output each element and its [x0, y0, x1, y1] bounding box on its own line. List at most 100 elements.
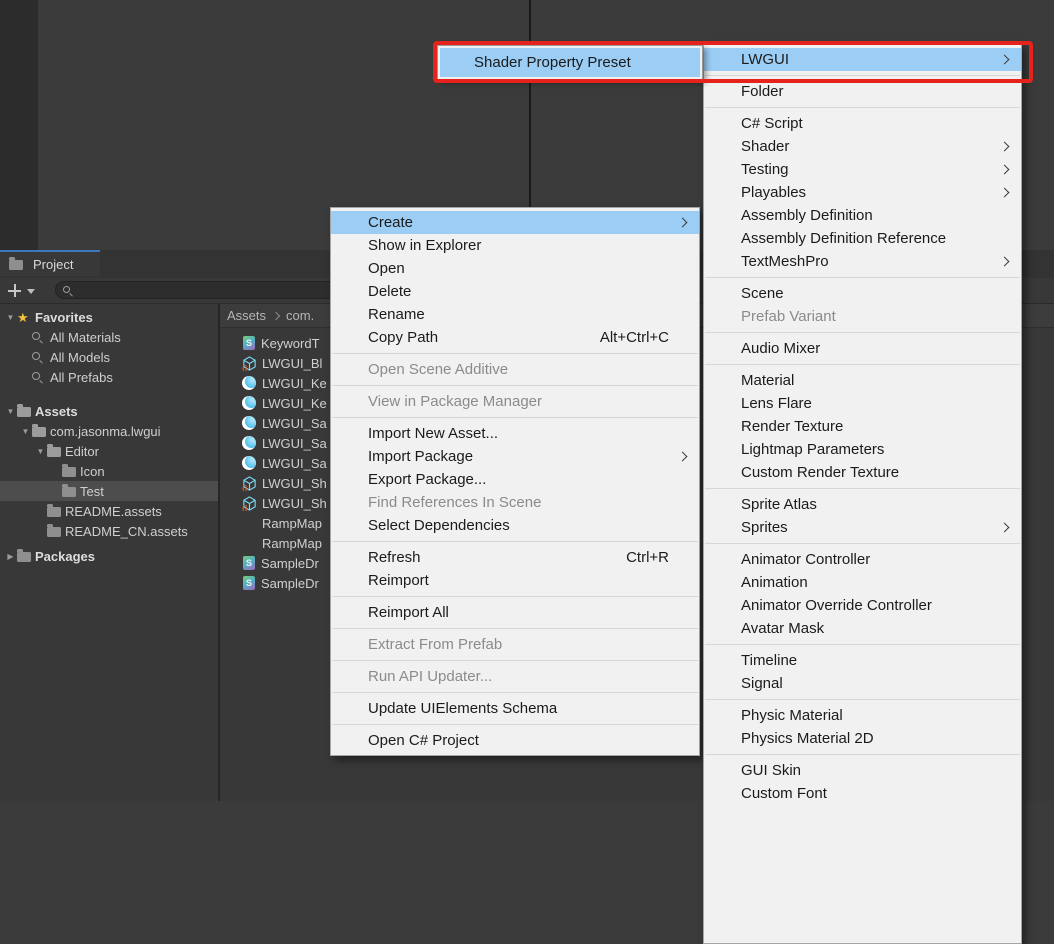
menu-item-label: Material	[741, 372, 794, 389]
menu-item-animation[interactable]: Animation	[704, 571, 1021, 594]
tree-item-label: All Materials	[50, 330, 121, 345]
menu-item-playables[interactable]: Playables	[704, 181, 1021, 204]
menu-item-import-new-asset[interactable]: Import New Asset...	[331, 422, 699, 445]
menu-item-show-in-explorer[interactable]: Show in Explorer	[331, 234, 699, 257]
svg-text:{}: {}	[242, 486, 248, 491]
chevron-down-icon[interactable]	[27, 289, 35, 294]
menu-item-create[interactable]: Create	[331, 211, 699, 234]
menu-item-shader[interactable]: Shader	[704, 135, 1021, 158]
menu-item-lwgui[interactable]: LWGUI	[704, 48, 1021, 71]
submenu-arrow-icon	[1000, 54, 1010, 64]
menu-item-import-package[interactable]: Import Package	[331, 445, 699, 468]
menu-item-signal[interactable]: Signal	[704, 672, 1021, 695]
menu-item-label: Run API Updater...	[368, 668, 492, 685]
search-icon	[32, 371, 50, 383]
menu-item-open-c-project[interactable]: Open C# Project	[331, 729, 699, 752]
menu-item-gui-skin[interactable]: GUI Skin	[704, 759, 1021, 782]
menu-item-label: Refresh	[368, 549, 421, 566]
expander-open-icon[interactable]: ▼	[4, 407, 17, 416]
menu-item-assembly-definition[interactable]: Assembly Definition	[704, 204, 1021, 227]
sidebar-item-all-models[interactable]: All Models	[0, 347, 218, 367]
folder-icon	[47, 445, 65, 457]
breadcrumb-chevron-icon	[272, 312, 280, 320]
breadcrumb-segment[interactable]: com.	[286, 308, 314, 323]
menu-item-animator-override-controller[interactable]: Animator Override Controller	[704, 594, 1021, 617]
menu-item-label: Lightmap Parameters	[741, 441, 884, 458]
add-asset-button[interactable]	[8, 284, 21, 297]
menu-item-sprite-atlas[interactable]: Sprite Atlas	[704, 493, 1021, 516]
menu-item-lens-flare[interactable]: Lens Flare	[704, 392, 1021, 415]
menu-item-label: View in Package Manager	[368, 393, 542, 410]
menu-item-material[interactable]: Material	[704, 369, 1021, 392]
sidebar-item-favorites[interactable]: ▼★Favorites	[0, 307, 218, 327]
sidebar-item-icon[interactable]: Icon	[0, 461, 218, 481]
sidebar-item-readme-cn-assets[interactable]: README_CN.assets	[0, 521, 218, 541]
menu-item-assembly-definition-reference[interactable]: Assembly Definition Reference	[704, 227, 1021, 250]
menu-item-extract-from-prefab: Extract From Prefab	[331, 633, 699, 656]
menu-item-copy-path[interactable]: Copy PathAlt+Ctrl+C	[331, 326, 699, 349]
menu-item-update-uielements-schema[interactable]: Update UIElements Schema	[331, 697, 699, 720]
sidebar-item-com-jasonma-lwgui[interactable]: ▼com.jasonma.lwgui	[0, 421, 218, 441]
sidebar-item-test[interactable]: Test	[0, 481, 218, 501]
file-item-label: LWGUI_Sa	[262, 416, 327, 431]
menu-item-label: Physics Material 2D	[741, 730, 874, 747]
menu-item-c-script[interactable]: C# Script	[704, 112, 1021, 135]
script-icon: S	[243, 576, 255, 590]
menu-item-scene[interactable]: Scene	[704, 282, 1021, 305]
file-item-label: SampleDr	[261, 556, 319, 571]
menu-item-label: Shader Property Preset	[474, 54, 631, 71]
menu-item-render-texture[interactable]: Render Texture	[704, 415, 1021, 438]
sidebar-item-editor[interactable]: ▼Editor	[0, 441, 218, 461]
menu-item-folder[interactable]: Folder	[704, 80, 1021, 103]
menu-item-label: Folder	[741, 83, 784, 100]
menu-item-testing[interactable]: Testing	[704, 158, 1021, 181]
folder-icon	[32, 425, 50, 437]
menu-item-refresh[interactable]: RefreshCtrl+R	[331, 546, 699, 569]
sidebar-item-packages[interactable]: ▶Packages	[0, 546, 218, 566]
menu-item-label: Select Dependencies	[368, 517, 510, 534]
expander-open-icon[interactable]: ▼	[19, 427, 32, 436]
menu-item-reimport[interactable]: Reimport	[331, 569, 699, 592]
sidebar-item-all-prefabs[interactable]: All Prefabs	[0, 367, 218, 387]
menu-item-reimport-all[interactable]: Reimport All	[331, 601, 699, 624]
menu-item-lightmap-parameters[interactable]: Lightmap Parameters	[704, 438, 1021, 461]
menu-item-export-package[interactable]: Export Package...	[331, 468, 699, 491]
submenu-arrow-icon	[678, 217, 688, 227]
menu-item-animator-controller[interactable]: Animator Controller	[704, 548, 1021, 571]
breadcrumb-segment[interactable]: Assets	[227, 308, 266, 323]
menu-item-label: Create	[368, 214, 413, 231]
menu-item-label: Avatar Mask	[741, 620, 824, 637]
material-icon	[242, 376, 256, 390]
menu-item-select-dependencies[interactable]: Select Dependencies	[331, 514, 699, 537]
menu-item-open[interactable]: Open	[331, 257, 699, 280]
menu-item-custom-render-texture[interactable]: Custom Render Texture	[704, 461, 1021, 484]
menu-item-label: Sprite Atlas	[741, 496, 817, 513]
expander-closed-icon[interactable]: ▶	[4, 552, 17, 561]
menu-item-audio-mixer[interactable]: Audio Mixer	[704, 337, 1021, 360]
folder-icon	[17, 550, 35, 562]
tab-project[interactable]: Project	[0, 250, 100, 276]
create-submenu: LWGUI Folder C# ScriptShaderTestingPlayabl…	[703, 44, 1022, 944]
expander-open-icon[interactable]: ▼	[4, 313, 17, 322]
menu-item-label: TextMeshPro	[741, 253, 829, 270]
sidebar-item-assets[interactable]: ▼Assets	[0, 401, 218, 421]
menu-item-textmeshpro[interactable]: TextMeshPro	[704, 250, 1021, 273]
menu-item-rename[interactable]: Rename	[331, 303, 699, 326]
menu-item-shader-property-preset[interactable]: Shader Property Preset	[440, 48, 700, 77]
file-item-label: RampMap	[262, 516, 322, 531]
menu-item-open-scene-additive: Open Scene Additive	[331, 358, 699, 381]
menu-item-delete[interactable]: Delete	[331, 280, 699, 303]
sidebar-item-all-materials[interactable]: All Materials	[0, 327, 218, 347]
search-icon	[32, 331, 50, 343]
file-item-label: LWGUI_Sh	[262, 476, 327, 491]
menu-item-sprites[interactable]: Sprites	[704, 516, 1021, 539]
menu-item-label: Lens Flare	[741, 395, 812, 412]
menu-item-physics-material-2d[interactable]: Physics Material 2D	[704, 727, 1021, 750]
menu-item-physic-material[interactable]: Physic Material	[704, 704, 1021, 727]
expander-open-icon[interactable]: ▼	[34, 447, 47, 456]
menu-item-timeline[interactable]: Timeline	[704, 649, 1021, 672]
menu-item-label: Custom Render Texture	[741, 464, 899, 481]
menu-item-custom-font[interactable]: Custom Font	[704, 782, 1021, 805]
menu-item-avatar-mask[interactable]: Avatar Mask	[704, 617, 1021, 640]
sidebar-item-readme-assets[interactable]: README.assets	[0, 501, 218, 521]
